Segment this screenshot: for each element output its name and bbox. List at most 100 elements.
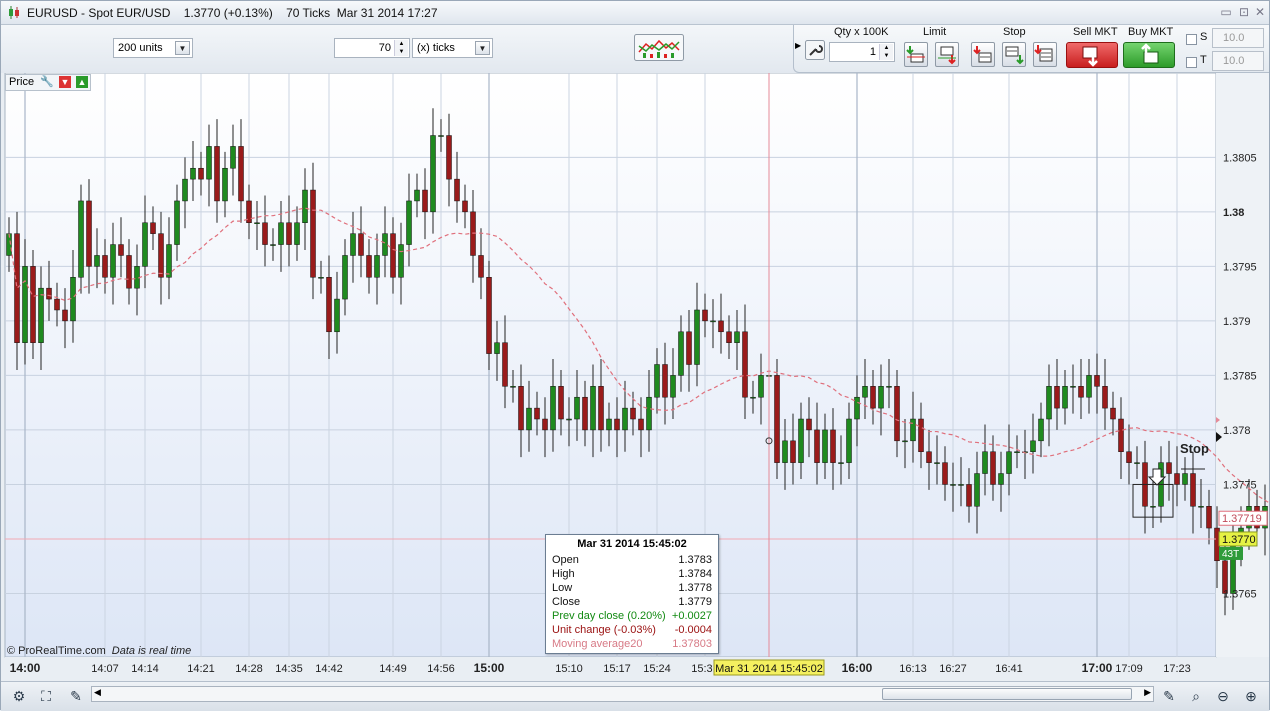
tooltip-row-label: Close [552,596,580,608]
wrench-icon[interactable] [805,40,825,60]
candle-body [1007,452,1012,474]
x-tick-label: 14:35 [275,663,303,675]
candle-body [279,223,284,245]
limit-sell-button[interactable] [935,42,959,67]
candle-body [935,463,940,464]
units-select[interactable]: 200 units ▼ [113,38,193,58]
scrollbar-thumb[interactable] [882,688,1132,700]
candle-body [15,234,20,343]
candle-body [775,375,780,462]
zoom-fit-icon[interactable]: ⌕ [1186,686,1206,706]
drawing-tools-icon[interactable]: ✎ [66,686,86,706]
candle-body [1095,375,1100,386]
wrench-icon[interactable]: 🔧 [40,75,54,90]
ticks-remaining-label: 43T [1222,549,1239,560]
candle-body [919,419,924,452]
s-checkbox[interactable] [1186,34,1197,45]
x-tick-label: 14:21 [187,663,215,675]
y-tick-label: 1.3765 [1223,588,1257,600]
tooltip-row: Open1.3783 [552,554,712,568]
tooltip-row-label: Unit change (-0.03%) [552,624,656,636]
candle-body [567,419,572,420]
candle-body [631,408,636,419]
candle-body [695,310,700,365]
x-tick-label: 16:41 [995,663,1023,675]
candle-body [231,146,236,168]
candle-body [647,397,652,430]
stop-sell-button[interactable] [1002,42,1026,67]
y-tick-label: 1.3795 [1223,261,1257,273]
qty-spinner[interactable]: ▲▼ [879,44,893,60]
limit-label: Limit [923,26,946,38]
stop-buy-button[interactable] [971,42,995,67]
x-tick-label: 14:00 [10,661,41,675]
ticks-input[interactable]: 70 ▲▼ [334,38,410,58]
tooltip-row: Prev day close (0.20%)+0.0027 [552,610,712,624]
x-tick-label: 14:14 [131,663,159,675]
buy-mkt-label: Buy MKT [1128,26,1173,38]
move-down-icon[interactable]: ▼ [59,76,71,88]
chart-settings-icon[interactable]: ⚙ [9,686,29,706]
t-value-input[interactable]: 10.0 [1212,51,1264,71]
candle-body [639,419,644,430]
maximize-icon[interactable]: ⊡ [1237,5,1251,19]
x-tick-label: 16:00 [842,661,873,675]
candle-body [543,419,548,430]
window-title: EURUSD - Spot EUR/USD 1.3770 (+0.13%) 70… [27,6,438,20]
candle-body [383,234,388,256]
candle-body [207,146,212,179]
candle-body [23,266,28,342]
candle-body [511,386,516,387]
x-tick-label: 17:23 [1163,663,1191,675]
limit-buy-button[interactable] [904,42,928,67]
chevron-down-icon[interactable]: ▼ [475,41,490,55]
candle-body [39,288,44,343]
indicators-icon[interactable] [634,34,684,61]
candle-body [1055,386,1060,408]
zoom-in-icon[interactable]: ⊕ [1241,686,1261,706]
ticks-input-value: 70 [379,42,391,54]
buy-market-button[interactable] [1123,42,1175,68]
x-tick-label: 16:27 [939,663,967,675]
move-up-icon[interactable]: ▲ [76,76,88,88]
stop-order-label: Stop [1180,441,1209,456]
candle-body [951,484,956,485]
sell-mkt-label: Sell MKT [1073,26,1118,38]
app-window: EURUSD - Spot EUR/USD 1.3770 (+0.13%) 70… [0,0,1270,710]
collapse-arrow-icon[interactable]: ▶ [795,41,801,50]
candle-body [31,266,36,342]
candle-body [1039,419,1044,441]
qty-label: Qty x 100K [834,26,888,38]
tooltip-row-label: Open [552,554,579,566]
add-indicator-icon[interactable]: ⛶ [36,686,56,706]
candle-body [479,255,484,277]
candle-body [399,245,404,278]
horizontal-scrollbar[interactable]: ◀ ▶ [91,686,1154,702]
candle-body [871,386,876,408]
ticks-spinner[interactable]: ▲▼ [394,40,408,56]
x-tick-label: 15:24 [643,663,671,675]
candle-body [1031,441,1036,452]
candle-body [191,168,196,179]
minimize-icon[interactable]: ▭ [1219,5,1233,19]
s-value-input[interactable]: 10.0 [1212,28,1264,48]
x-tick-label: 15:10 [555,663,583,675]
sell-market-button[interactable] [1066,42,1118,68]
ticks-mode-select[interactable]: (x) ticks ▼ [412,38,493,58]
stop-bracket-button[interactable] [1033,42,1057,67]
scroll-left-icon[interactable]: ◀ [94,687,101,698]
candle-body [791,441,796,463]
candle-body [263,223,268,245]
scroll-right-icon[interactable]: ▶ [1144,687,1151,698]
candle-body [735,332,740,343]
zoom-out-icon[interactable]: ⊖ [1213,686,1233,706]
candle-body [815,430,820,463]
close-icon[interactable]: ✕ [1253,5,1267,19]
candle-body [671,375,676,397]
candle-body [799,419,804,463]
pencil-icon[interactable]: ✎ [1159,686,1179,706]
qty-input[interactable]: 1 ▲▼ [829,42,895,62]
chevron-down-icon[interactable]: ▼ [175,41,190,55]
candle-body [319,277,324,278]
t-checkbox[interactable] [1186,57,1197,68]
